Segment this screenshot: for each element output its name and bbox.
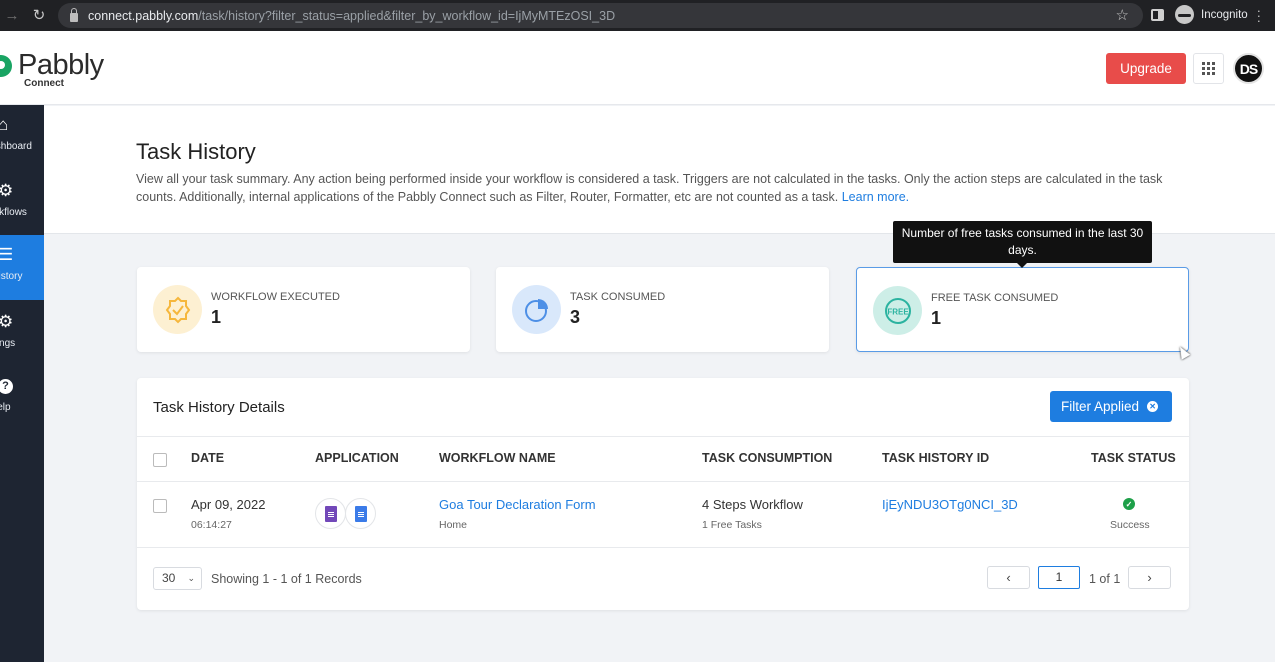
filter-applied-button[interactable]: Filter Applied ✕ [1050, 391, 1172, 422]
sidebar-item-settings[interactable]: ⚙ Settings [0, 302, 44, 364]
workflow-folder: Home [439, 519, 468, 531]
stat-card-task-consumed: TASK CONSUMED 3 [496, 267, 829, 352]
stat-value: 3 [570, 307, 581, 327]
per-page-select[interactable]: 30 ⌄ [153, 567, 202, 590]
page-description: View all your task summary. Any action b… [136, 172, 1163, 204]
success-check-icon: ✓ [1123, 498, 1135, 510]
url-text: connect.pabbly.com/task/history?filter_s… [88, 8, 616, 23]
page-count: 1 of 1 [1089, 572, 1121, 586]
tooltip: Number of free tasks consumed in the las… [893, 221, 1152, 268]
stat-value: 1 [211, 307, 222, 327]
task-consumption: 4 Steps Workflow [702, 497, 803, 512]
stat-card-free-task-consumed[interactable]: FREE FREE TASK CONSUMED 1 [856, 267, 1189, 352]
sidebar: ⌂ Dashboard ⚙ Workflows ☰ Task History ⚙… [0, 105, 44, 662]
google-forms-icon [315, 498, 346, 529]
sidebar-item-label: Workflows [0, 207, 27, 218]
row-time: 06:14:27 [191, 519, 232, 531]
column-header: WORKFLOW NAME [439, 451, 556, 465]
profile-label: Incognito [1201, 8, 1248, 21]
status-label: Success [1110, 519, 1150, 531]
logo-name: Pabbly [18, 49, 104, 81]
browser-menu-icon[interactable]: · · · [1257, 4, 1261, 27]
pie-chart-icon [512, 285, 561, 334]
section-title: Task History Details [153, 399, 285, 416]
logo-mark-icon [0, 55, 12, 77]
sidebar-toggle-icon[interactable] [1151, 9, 1164, 21]
column-header: APPLICATION [315, 451, 399, 465]
free-tasks-label: 1 Free Tasks [702, 519, 762, 531]
stat-label: FREE TASK CONSUMED [931, 292, 1059, 304]
row-date: Apr 09, 2022 [191, 497, 266, 512]
badge-check-icon [153, 285, 202, 334]
list-icon: ☰ [0, 245, 14, 264]
workflow-icon: ⚙ [0, 181, 14, 200]
sidebar-item-help[interactable]: ? Help [0, 366, 44, 428]
free-badge-icon: FREE [873, 286, 922, 335]
upgrade-button[interactable]: Upgrade [1106, 53, 1186, 84]
sidebar-item-label: Task History [0, 271, 23, 282]
task-history-id-link[interactable]: IjEyNDU3OTg0NCI_3D [882, 497, 1018, 512]
chevron-left-icon: ‹ [1006, 570, 1011, 585]
apps-grid-icon[interactable] [1193, 53, 1224, 84]
page-title: Task History [136, 139, 256, 164]
incognito-indicator[interactable]: Incognito [1175, 5, 1248, 24]
sidebar-item-task-history[interactable]: ☰ Task History [0, 235, 44, 300]
sidebar-item-workflows[interactable]: ⚙ Workflows [0, 171, 44, 233]
reload-icon[interactable]: ↻ [26, 6, 52, 24]
home-icon: ⌂ [0, 115, 9, 134]
incognito-icon [1175, 5, 1194, 24]
page-header: Task History View all your task summary.… [44, 106, 1275, 234]
stat-value: 1 [931, 308, 942, 328]
stat-label: WORKFLOW EXECUTED [211, 291, 340, 303]
sidebar-item-label: Settings [0, 338, 16, 349]
workflow-name-link[interactable]: Goa Tour Declaration Form [439, 497, 596, 512]
lock-icon [70, 7, 78, 22]
task-history-details: Task History Details Filter Applied ✕ DA… [137, 378, 1189, 610]
chevron-right-icon: › [1147, 570, 1152, 585]
logo[interactable]: Pabbly Connect [0, 51, 104, 89]
stat-label: TASK CONSUMED [570, 291, 666, 303]
records-summary: Showing 1 - 1 of 1 Records [211, 572, 362, 586]
chevron-down-icon: ⌄ [187, 573, 195, 583]
row-checkbox[interactable] [153, 499, 167, 513]
column-header: TASK STATUS [1091, 451, 1176, 465]
column-header: TASK HISTORY ID [882, 451, 990, 465]
next-page-button[interactable]: › [1128, 566, 1171, 589]
app-header: Pabbly Connect Upgrade DS [0, 31, 1275, 105]
sidebar-item-label: Dashboard [0, 141, 32, 152]
address-bar[interactable]: connect.pabbly.com/task/history?filter_s… [58, 3, 1143, 28]
learn-more-link[interactable]: Learn more. [842, 190, 909, 204]
svg-text:FREE: FREE [887, 307, 909, 316]
prev-page-button[interactable]: ‹ [987, 566, 1030, 589]
avatar[interactable]: DS [1233, 53, 1264, 84]
sidebar-item-label: Help [0, 402, 11, 413]
column-header[interactable]: DATE [191, 451, 224, 465]
star-icon[interactable]: ☆ [1116, 6, 1129, 24]
question-icon: ? [0, 379, 13, 394]
select-all-checkbox[interactable] [153, 453, 167, 467]
stat-card-workflow-executed: WORKFLOW EXECUTED 1 [137, 267, 470, 352]
browser-toolbar: → ↻ connect.pabbly.com/task/history?filt… [0, 0, 1275, 31]
google-docs-icon [345, 498, 376, 529]
page-number-input[interactable]: 1 [1038, 566, 1080, 589]
column-header: TASK CONSUMPTION [702, 451, 833, 465]
gear-icon: ⚙ [0, 312, 14, 331]
back-arrow-icon[interactable]: → [0, 7, 25, 24]
sidebar-item-dashboard[interactable]: ⌂ Dashboard [0, 105, 44, 167]
clear-filter-icon[interactable]: ✕ [1147, 401, 1159, 412]
